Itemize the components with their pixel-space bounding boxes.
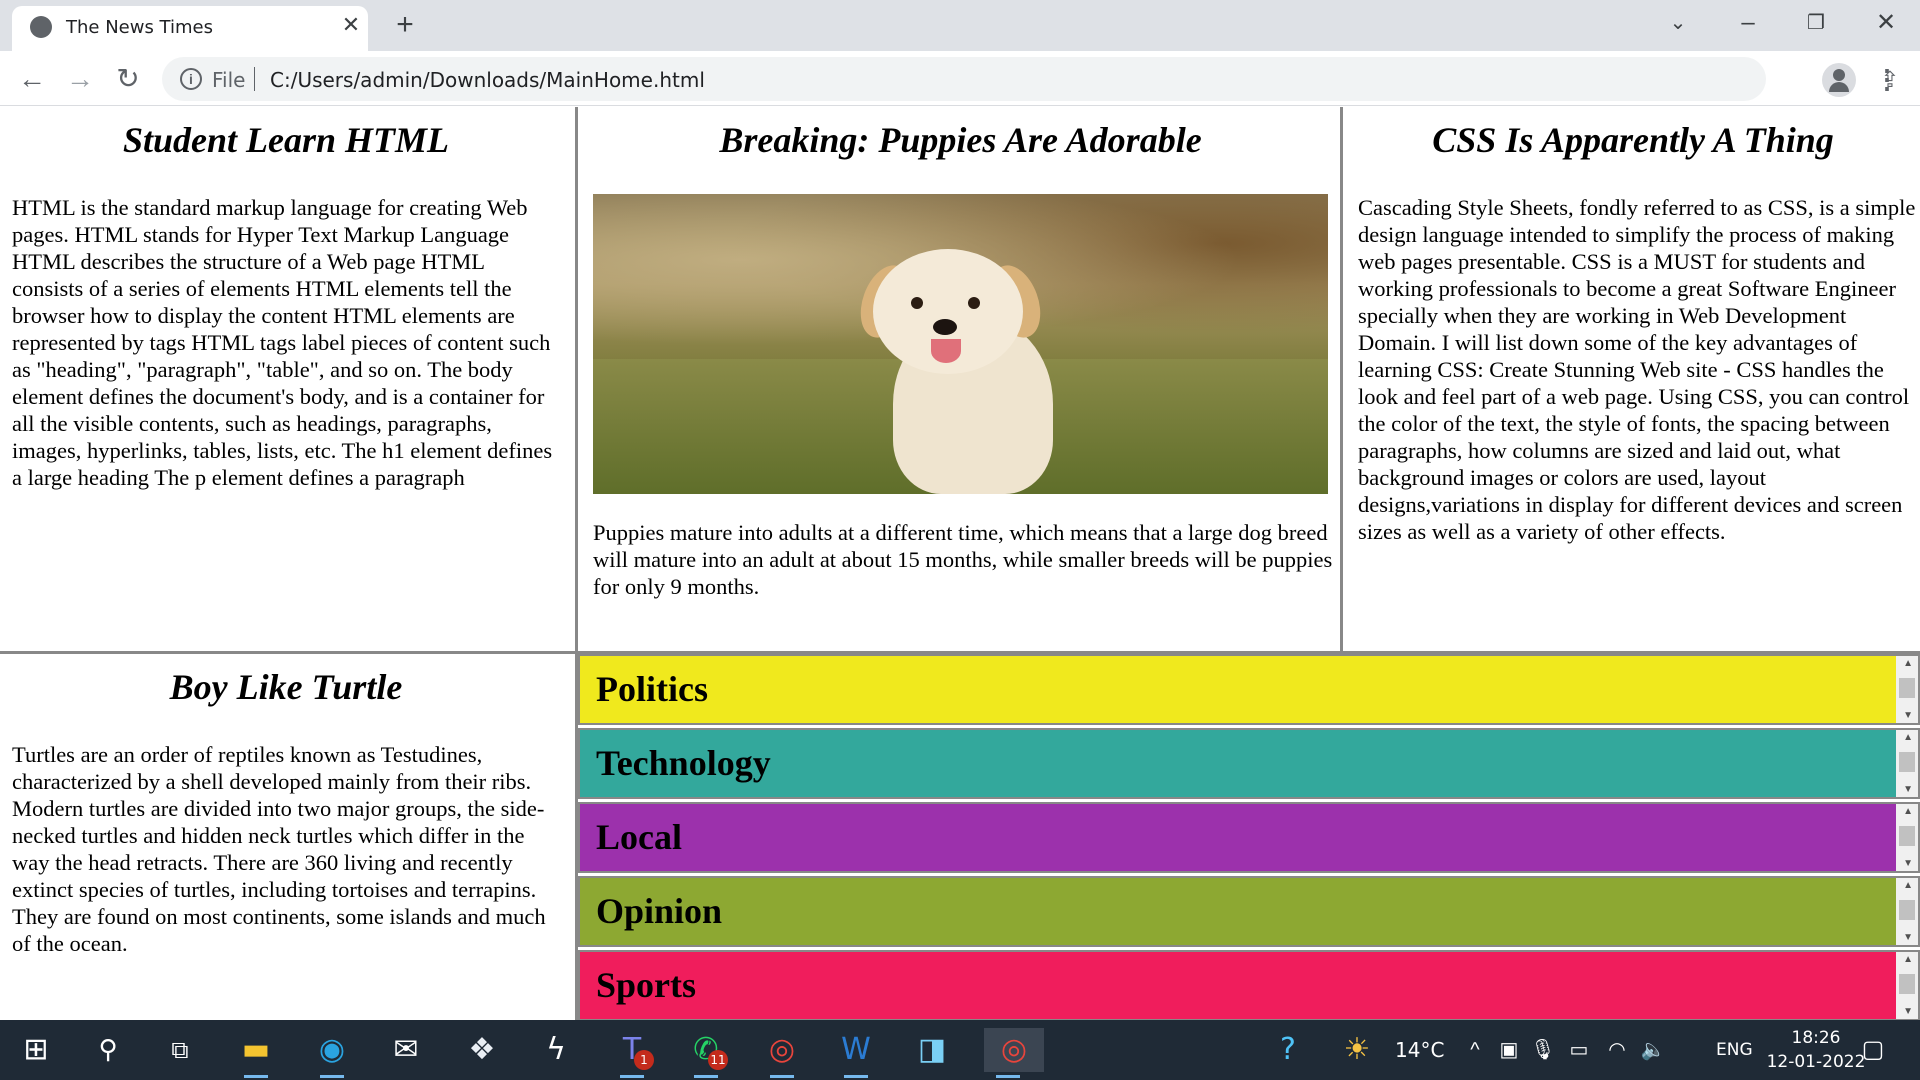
profile-avatar-icon[interactable] (1822, 63, 1856, 97)
scrollbar-thumb[interactable] (1899, 752, 1915, 772)
app-window-icon[interactable]: ◨ (908, 1028, 956, 1072)
bolt-app-icon[interactable]: ϟ (532, 1028, 580, 1072)
article-title: Boy Like Turtle (169, 667, 403, 707)
forward-arrow-icon[interactable]: → (62, 61, 98, 97)
scroll-down-icon[interactable]: ▼ (1903, 932, 1913, 943)
scroll-up-icon[interactable]: ▲ (1903, 880, 1913, 891)
close-window-button[interactable]: ✕ (1866, 6, 1906, 40)
address-separator (254, 67, 255, 91)
scroll-down-icon[interactable]: ▼ (1903, 858, 1913, 869)
file-scheme-label: File (212, 68, 246, 92)
scrollbar-thumb[interactable] (1899, 678, 1915, 698)
scroll-up-icon[interactable]: ▲ (1903, 954, 1913, 965)
minimize-button[interactable]: – (1728, 6, 1768, 40)
section-politics[interactable]: Politics ▲ ▼ (578, 654, 1920, 725)
section-sports[interactable]: Sports ▲ ▼ (578, 950, 1920, 1021)
scroll-down-icon[interactable]: ▼ (1903, 1006, 1913, 1017)
edge-browser-icon[interactable]: ◉ (308, 1028, 356, 1078)
article-body: Cascading Style Sheets, fondly referred … (1358, 195, 1916, 544)
url-text[interactable]: C:/Users/admin/Downloads/MainHome.html (270, 68, 705, 92)
section-list: Politics ▲ ▼ Technology ▲ ▼ Local ▲ ▼ Op… (575, 654, 1920, 1021)
browser-toolbar: ← → ↻ i File C:/Users/admin/Downloads/Ma… (0, 51, 1920, 106)
scroll-up-icon[interactable]: ▲ (1903, 732, 1913, 743)
page-viewport: Student Learn HTML HTML is the standard … (0, 107, 1920, 1021)
article-html: Student Learn HTML HTML is the standard … (0, 107, 572, 652)
article-body: Turtles are an order of reptiles known a… (12, 742, 546, 956)
section-scrollbar[interactable]: ▲ ▼ (1896, 804, 1918, 871)
section-label: Politics (596, 669, 708, 709)
volume-icon[interactable]: 🔈 (1640, 1036, 1666, 1064)
chrome-icon[interactable]: ◎ (758, 1028, 806, 1078)
section-scrollbar[interactable]: ▲ ▼ (1896, 952, 1918, 1019)
restore-button[interactable]: ❐ (1796, 6, 1836, 40)
section-label: Sports (596, 965, 697, 1005)
file-explorer-icon[interactable]: ▬ (232, 1028, 280, 1078)
tab-strip: The News Times ✕ + ⌄ – ❐ ✕ (0, 0, 1920, 51)
notification-icon[interactable]: ▢ (1860, 1036, 1886, 1064)
section-label: Opinion (596, 891, 723, 931)
section-label: Technology (596, 743, 771, 783)
article-title: CSS Is Apparently A Thing (1432, 120, 1834, 160)
scroll-down-icon[interactable]: ▼ (1903, 784, 1913, 795)
clock-time[interactable]: 18:26 (1762, 1028, 1870, 1048)
globe-icon (30, 16, 52, 38)
info-icon[interactable]: i (180, 68, 202, 90)
article-body: HTML is the standard markup language for… (12, 195, 553, 490)
close-tab-icon[interactable]: ✕ (338, 12, 364, 38)
article-css: CSS Is Apparently A Thing Cascading Styl… (1343, 107, 1920, 652)
article-body: Puppies mature into adults at a differen… (593, 520, 1333, 599)
article-puppies: Breaking: Puppies Are Adorable Puppies m… (575, 107, 1343, 652)
whatsapp-icon[interactable]: ✆ 11 (682, 1028, 730, 1078)
search-icon[interactable]: ⚲ (84, 1028, 132, 1072)
wifi-icon[interactable]: ◠ (1604, 1036, 1630, 1064)
whatsapp-badge: 11 (708, 1050, 728, 1070)
section-opinion[interactable]: Opinion ▲ ▼ (578, 876, 1920, 947)
tab-search-chevron-icon[interactable]: ⌄ (1658, 6, 1698, 40)
section-technology[interactable]: Technology ▲ ▼ (578, 728, 1920, 799)
teams-badge: 1 (634, 1050, 654, 1070)
section-scrollbar[interactable]: ▲ ▼ (1896, 878, 1918, 945)
dropbox-icon[interactable]: ❖ (458, 1028, 506, 1072)
article-title: Student Learn HTML (122, 120, 450, 160)
scroll-up-icon[interactable]: ▲ (1903, 806, 1913, 817)
section-scrollbar[interactable]: ▲ ▼ (1896, 730, 1918, 797)
weather-temperature[interactable]: 14°C (1395, 1038, 1444, 1062)
address-bar[interactable]: i File C:/Users/admin/Downloads/MainHome… (162, 57, 1899, 101)
article-title: Breaking: Puppies Are Adorable (719, 120, 1202, 160)
windows-start-icon[interactable]: ⊞ (12, 1028, 60, 1072)
task-view-icon[interactable]: ⧉ (156, 1028, 204, 1072)
scrollbar-thumb[interactable] (1899, 900, 1915, 920)
browser-tab[interactable]: The News Times ✕ (12, 6, 368, 51)
article-turtle: Boy Like Turtle Turtles are an order of … (0, 654, 575, 1020)
section-local[interactable]: Local ▲ ▼ (578, 802, 1920, 873)
windows-taskbar: ⊞ ⚲ ⧉ ▬ ◉ ✉ ❖ ϟ T 1 ✆ 11 ◎ W ◨ ◎ ? ☀ 14°… (0, 1020, 1920, 1080)
word-icon[interactable]: W (832, 1028, 880, 1078)
microphone-icon[interactable]: 🎙 (1530, 1036, 1556, 1064)
tab-title: The News Times (66, 17, 213, 38)
puppy-image (593, 194, 1328, 494)
scroll-up-icon[interactable]: ▲ (1903, 658, 1913, 669)
teams-icon[interactable]: T 1 (608, 1028, 656, 1078)
mail-icon[interactable]: ✉ (382, 1028, 430, 1072)
help-icon[interactable]: ? (1264, 1028, 1312, 1072)
scrollbar-thumb[interactable] (1899, 974, 1915, 994)
weather-icon[interactable]: ☀ (1340, 1028, 1374, 1072)
kebab-menu-icon[interactable]: ⋮ (1874, 63, 1900, 95)
back-arrow-icon[interactable]: ← (14, 61, 50, 97)
chrome-active-icon[interactable]: ◎ (984, 1028, 1044, 1078)
scrollbar-thumb[interactable] (1899, 826, 1915, 846)
chevron-up-icon[interactable]: ^ (1462, 1036, 1488, 1064)
section-label: Local (596, 817, 682, 857)
section-scrollbar[interactable]: ▲ ▼ (1896, 656, 1918, 723)
meet-now-icon[interactable]: ▣ (1496, 1036, 1522, 1064)
scroll-down-icon[interactable]: ▼ (1903, 710, 1913, 721)
reload-icon[interactable]: ↻ (110, 61, 146, 97)
new-tab-button[interactable]: + (390, 10, 420, 40)
battery-icon[interactable]: ▭ (1566, 1036, 1592, 1064)
